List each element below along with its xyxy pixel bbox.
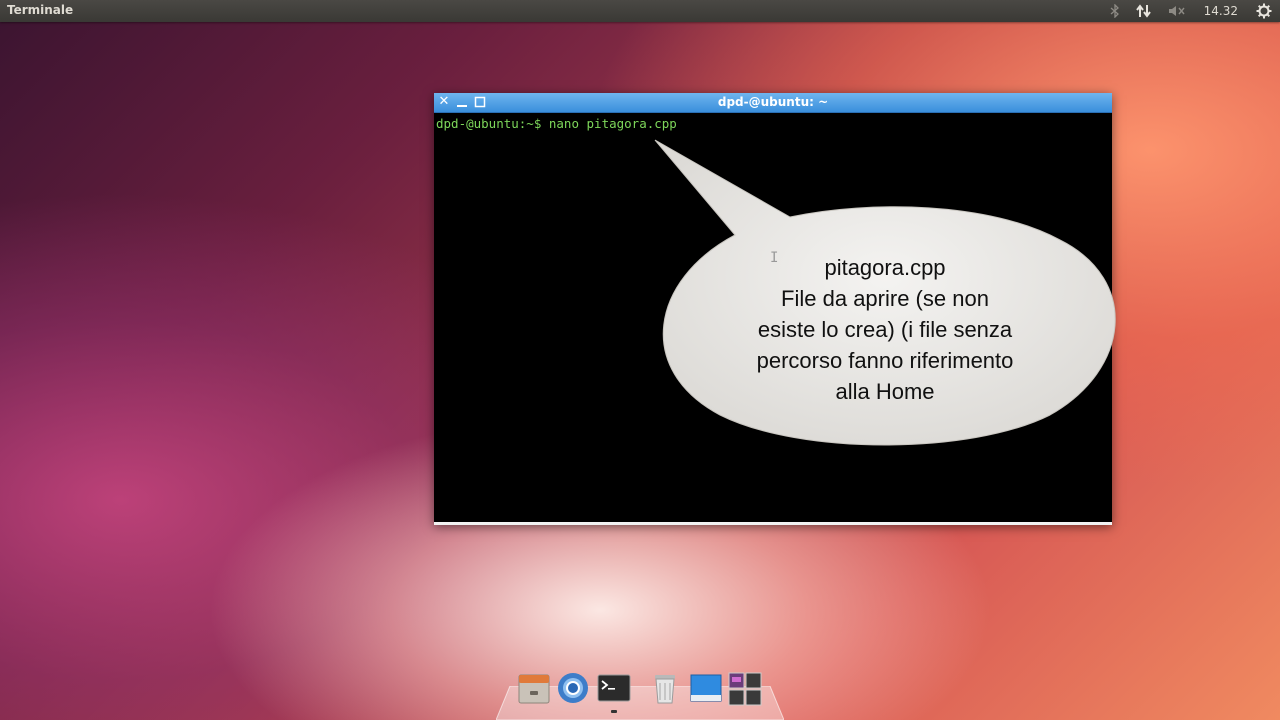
active-app-title: Terminale: [7, 3, 74, 17]
trash-icon[interactable]: [648, 671, 682, 707]
callout-line: esiste lo crea) (i file senza: [757, 317, 1013, 342]
file-manager-icon[interactable]: [517, 671, 551, 707]
indicator-area: 14.32: [1102, 0, 1280, 22]
terminal-icon[interactable]: [597, 671, 631, 713]
top-panel: Terminale 14.32: [0, 0, 1280, 22]
power-gear-icon[interactable]: [1248, 0, 1280, 22]
callout-text: pitagora.cpp File da aprire (se non esis…: [715, 252, 1055, 407]
workspace-switcher-icon[interactable]: [728, 671, 762, 707]
clock[interactable]: 14.32: [1194, 0, 1248, 22]
callout-line: pitagora.cpp: [824, 255, 946, 280]
chromium-browser-icon[interactable]: [556, 671, 590, 707]
terminal-bottom-border: [434, 522, 1112, 525]
volume-muted-icon[interactable]: [1160, 0, 1194, 22]
desktop-icon[interactable]: [689, 671, 723, 707]
callout-line: alla Home: [835, 379, 935, 404]
running-indicator: [611, 710, 617, 713]
terminal-titlebar[interactable]: ✕ dpd-@ubuntu: ~: [434, 93, 1112, 113]
window-title: dpd-@ubuntu: ~: [717, 95, 829, 109]
command-line: dpd-@ubuntu:~$ nano pitagora.cpp: [436, 116, 677, 131]
callout-line: percorso fanno riferimento: [756, 348, 1014, 373]
callout-line: File da aprire (se non: [781, 286, 989, 311]
network-icon[interactable]: [1128, 0, 1160, 22]
bluetooth-icon[interactable]: [1102, 0, 1128, 22]
